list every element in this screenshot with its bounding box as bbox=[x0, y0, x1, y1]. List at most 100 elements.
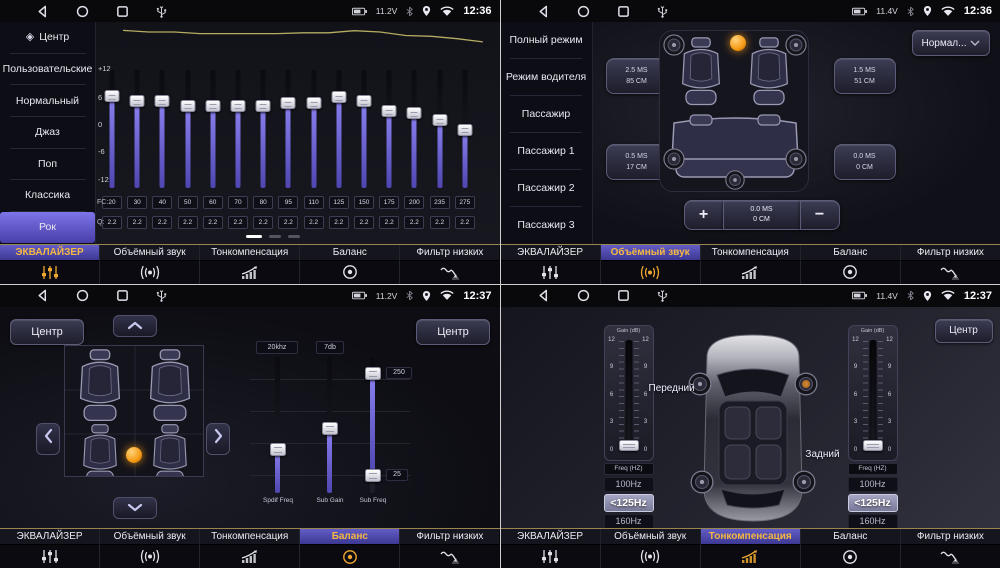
recents-icon[interactable] bbox=[116, 5, 129, 18]
back-icon[interactable] bbox=[36, 289, 49, 302]
position-menu-item-1[interactable]: Полный режим bbox=[501, 22, 592, 59]
tab-equalizer[interactable]: ЭКВАЛАЙЗЕР bbox=[0, 245, 100, 284]
chevron-up-icon bbox=[127, 317, 143, 335]
tab-equalizer[interactable]: ЭКВАЛАЙЗЕР bbox=[501, 529, 601, 568]
eq-band-slider-handle[interactable] bbox=[306, 97, 321, 109]
move-up-button[interactable] bbox=[113, 315, 157, 337]
eq-band-slider-handle[interactable] bbox=[382, 105, 397, 117]
position-menu-item-5[interactable]: Пассажир 2 bbox=[501, 170, 592, 207]
nav-buttons bbox=[36, 289, 167, 302]
tab-loudness[interactable]: Тонкомпенсация bbox=[200, 245, 300, 284]
position-menu-item-3[interactable]: Пассажир bbox=[501, 96, 592, 133]
home-icon[interactable] bbox=[577, 5, 590, 18]
tab-equalizer[interactable]: ЭКВАЛАЙЗЕР bbox=[501, 245, 601, 284]
tab-surround[interactable]: Объёмный звук bbox=[100, 245, 200, 284]
freq-option[interactable]: 100Hz bbox=[848, 477, 898, 492]
tab-balance[interactable]: Баланс bbox=[801, 245, 901, 284]
preset-label: Рок bbox=[39, 221, 56, 234]
back-icon[interactable] bbox=[537, 5, 550, 18]
gain-slider-handle[interactable] bbox=[863, 440, 883, 451]
position-menu-item-2[interactable]: Режим водителя bbox=[501, 59, 592, 96]
tab-loudness[interactable]: Тонкомпенсация bbox=[200, 529, 300, 568]
position-menu-item-4[interactable]: Пассажир 1 bbox=[501, 133, 592, 170]
eq-band-slider-handle[interactable] bbox=[256, 100, 271, 112]
move-left-button[interactable] bbox=[36, 423, 60, 455]
tab-label: Объёмный звук bbox=[100, 245, 199, 261]
eq-band-slider-handle[interactable] bbox=[331, 91, 346, 103]
tab-surround[interactable]: Объёмный звук bbox=[601, 529, 701, 568]
freq-option[interactable]: 160Hz bbox=[848, 514, 898, 529]
center-button-right[interactable]: Центр bbox=[416, 319, 490, 345]
preset-3[interactable]: Нормальный bbox=[0, 85, 95, 117]
preset-4[interactable]: Джаз bbox=[0, 117, 95, 149]
tab-lowpass[interactable]: Фильтр низких bbox=[400, 529, 499, 568]
balance-position-ball[interactable] bbox=[126, 447, 142, 463]
preset-5[interactable]: Поп bbox=[0, 149, 95, 181]
eq-band-slider-handle[interactable] bbox=[281, 97, 296, 109]
home-icon[interactable] bbox=[76, 289, 89, 302]
eq-band-slider-handle[interactable] bbox=[180, 100, 195, 112]
preset-dropdown-value: Нормал... bbox=[922, 38, 967, 49]
eq-band-slider-handle[interactable] bbox=[130, 95, 145, 107]
eq-band-slider-handle[interactable] bbox=[205, 100, 220, 112]
recents-icon[interactable] bbox=[617, 289, 630, 302]
tab-balance[interactable]: Баланс bbox=[300, 529, 400, 568]
home-icon[interactable] bbox=[577, 289, 590, 302]
back-icon[interactable] bbox=[36, 5, 49, 18]
preset-dropdown[interactable]: Нормал... bbox=[912, 30, 990, 56]
tab-balance[interactable]: Баланс bbox=[801, 529, 901, 568]
tab-lowpass[interactable]: Фильтр низких bbox=[901, 529, 1000, 568]
tab-lowpass[interactable]: Фильтр низких bbox=[901, 245, 1000, 284]
eq-band-slider-handle[interactable] bbox=[432, 114, 447, 126]
sub-gain-slider-handle[interactable] bbox=[322, 422, 338, 435]
surround-icon bbox=[100, 261, 199, 284]
eq-band-slider-handle[interactable] bbox=[231, 100, 246, 112]
delay-decrease-button[interactable]: − bbox=[800, 200, 840, 230]
position-menu-item-6[interactable]: Пассажир 3 bbox=[501, 207, 592, 244]
page-dot[interactable] bbox=[288, 235, 300, 238]
sub-gain-value: 7db bbox=[316, 341, 344, 354]
freq-option[interactable]: <125Hz bbox=[848, 494, 898, 512]
tab-surround[interactable]: Объёмный звук bbox=[100, 529, 200, 568]
sub-freq-upper-handle[interactable] bbox=[365, 367, 381, 380]
freq-option[interactable]: 100Hz bbox=[604, 477, 654, 492]
tab-loudness[interactable]: Тонкомпенсация bbox=[701, 245, 801, 284]
position-menu-label: Пассажир 1 bbox=[517, 145, 574, 158]
sub-freq-lower-handle[interactable] bbox=[365, 469, 381, 482]
tab-balance[interactable]: Баланс bbox=[300, 245, 400, 284]
preset-7[interactable]: Рок bbox=[0, 212, 95, 244]
recents-icon[interactable] bbox=[116, 289, 129, 302]
freq-option[interactable]: 160Hz bbox=[604, 514, 654, 529]
delay-front-right-button[interactable]: 1.5 MS 51 CM bbox=[834, 58, 896, 94]
center-button[interactable]: Центр bbox=[935, 319, 993, 343]
tick-marks bbox=[878, 341, 883, 449]
gain-slider-handle[interactable] bbox=[619, 440, 639, 451]
tab-lowpass[interactable]: Фильтр низких bbox=[400, 245, 499, 284]
recents-icon[interactable] bbox=[617, 5, 630, 18]
preset-1[interactable]: ◈Центр bbox=[0, 22, 95, 54]
tab-loudness[interactable]: Тонкомпенсация bbox=[701, 529, 801, 568]
listening-position-ball[interactable] bbox=[730, 35, 746, 51]
delay-increase-button[interactable]: + bbox=[684, 200, 724, 230]
tab-surround[interactable]: Объёмный звук bbox=[601, 245, 701, 284]
preset-6[interactable]: Классика bbox=[0, 180, 95, 212]
preset-label: Центр bbox=[39, 31, 69, 44]
eq-band-slider-handle[interactable] bbox=[407, 107, 422, 119]
move-right-button[interactable] bbox=[206, 423, 230, 455]
home-icon[interactable] bbox=[76, 5, 89, 18]
preset-2[interactable]: Пользовательские bbox=[0, 54, 95, 86]
spdif-freq-slider-handle[interactable] bbox=[270, 443, 286, 456]
move-down-button[interactable] bbox=[113, 497, 157, 519]
eq-band-slider-handle[interactable] bbox=[457, 124, 472, 136]
center-button-left[interactable]: Центр bbox=[10, 319, 84, 345]
delay-rear-right-button[interactable]: 0.0 MS 0 CM bbox=[834, 144, 896, 180]
back-icon[interactable] bbox=[537, 289, 550, 302]
tab-equalizer[interactable]: ЭКВАЛАЙЗЕР bbox=[0, 529, 100, 568]
eq-band-slider-handle[interactable] bbox=[155, 95, 170, 107]
tick-marks bbox=[863, 341, 868, 449]
eq-band-slider-handle[interactable] bbox=[105, 90, 120, 102]
eq-band-slider-handle[interactable] bbox=[357, 95, 372, 107]
freq-option[interactable]: <125Hz bbox=[604, 494, 654, 512]
bluetooth-icon bbox=[406, 6, 413, 17]
page-dot[interactable] bbox=[269, 235, 281, 238]
